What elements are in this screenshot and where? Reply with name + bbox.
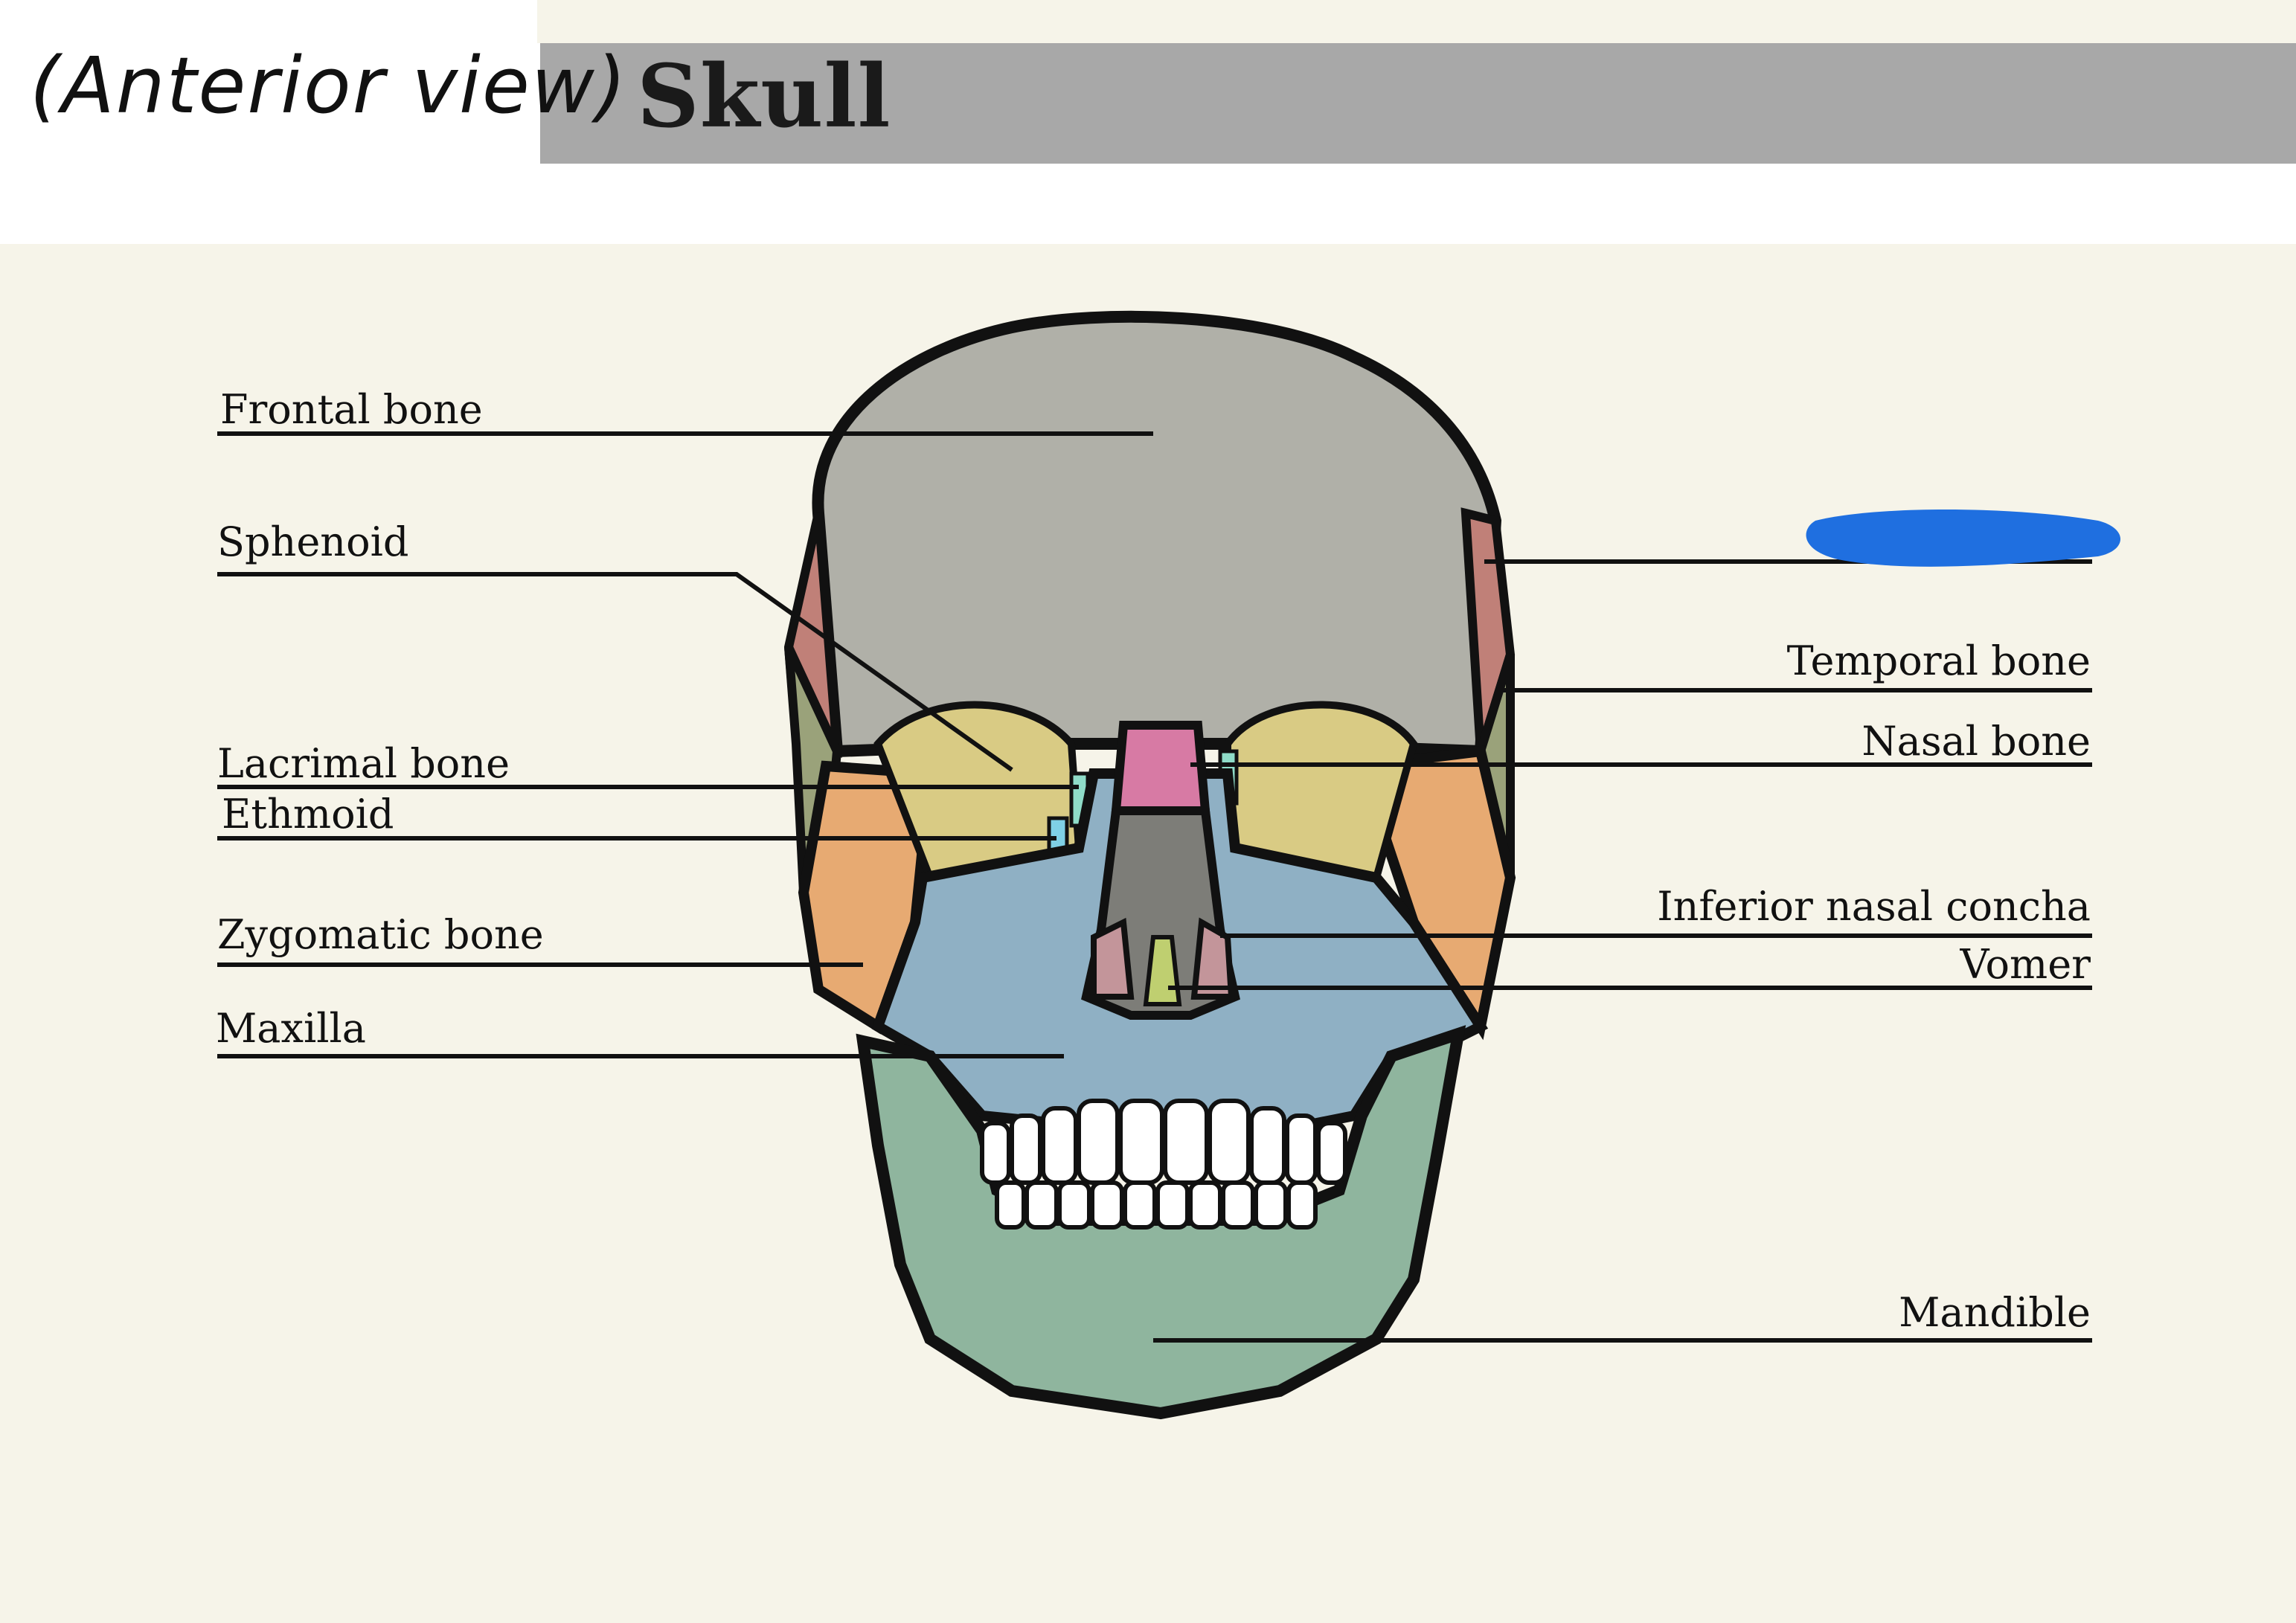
inferior-concha-left <box>1091 917 1135 1000</box>
label-sphenoid: Sphenoid <box>217 518 409 565</box>
label-lacrimal: Lacrimal bone <box>217 740 510 787</box>
label-ethmoid: Ethmoid <box>222 791 394 838</box>
label-inferior-concha: Inferior nasal concha <box>1657 883 2091 930</box>
label-nasal: Nasal bone <box>1862 718 2091 765</box>
label-mandible: Mandible <box>1899 1289 2091 1336</box>
nasal-bone-shape <box>1111 721 1210 815</box>
redaction-scribble <box>1806 510 2120 567</box>
frontal-bone-shape <box>812 310 1502 758</box>
label-temporal: Temporal bone <box>1786 637 2091 684</box>
label-maxilla: Maxilla <box>216 1005 366 1052</box>
label-frontal: Frontal bone <box>220 386 483 433</box>
label-vomer: Vomer <box>1960 941 2091 988</box>
vomer-shape <box>1143 935 1182 1006</box>
label-zygomatic: Zygomatic bone <box>217 911 544 958</box>
teeth <box>980 1099 1347 1230</box>
